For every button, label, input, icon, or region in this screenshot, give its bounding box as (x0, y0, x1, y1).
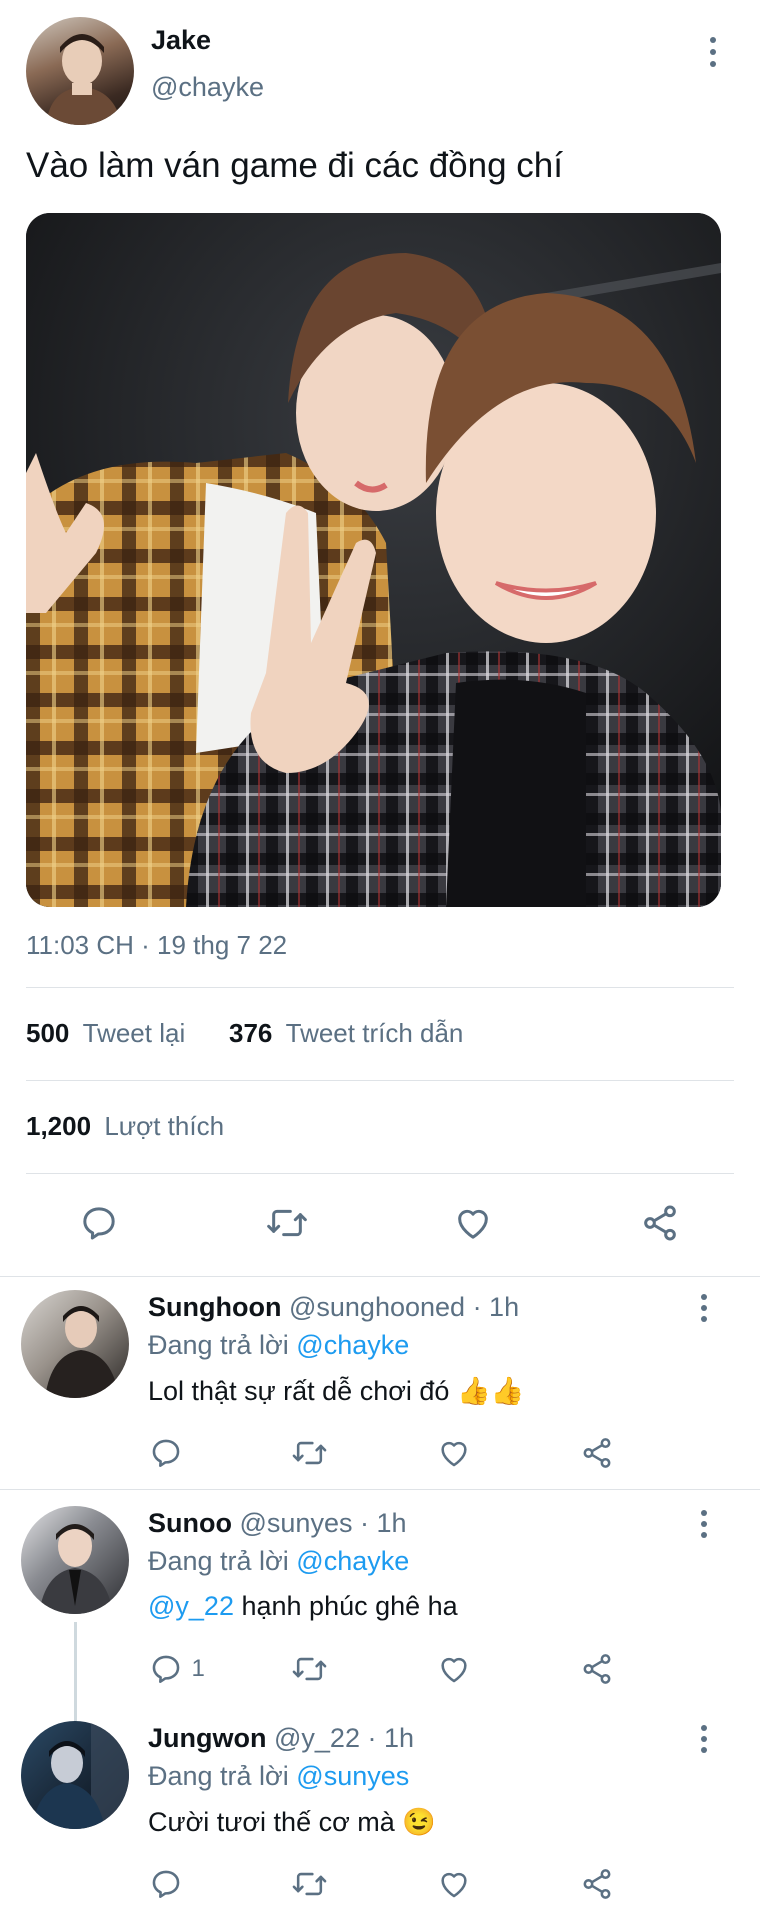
divider (0, 1489, 760, 1490)
retweet-icon[interactable] (291, 1652, 328, 1686)
more-vertical-icon[interactable] (698, 1294, 710, 1324)
reply-author-handle[interactable]: @y_22 (274, 1723, 360, 1753)
reply-time: · 1h (359, 1508, 407, 1538)
reply-header: Sunghoon @sunghooned · 1h (148, 1292, 519, 1323)
heart-icon[interactable] (437, 1652, 471, 1686)
share-icon[interactable] (580, 1652, 614, 1686)
author-handle[interactable]: @chayke (151, 72, 264, 103)
mention-link[interactable]: @y_22 (148, 1591, 234, 1621)
replying-to: Đang trả lời @sunyes (148, 1761, 409, 1792)
reply-avatar[interactable] (21, 1506, 129, 1614)
replying-label: Đang trả lời (148, 1330, 289, 1360)
heart-icon[interactable] (437, 1436, 471, 1470)
divider (26, 1173, 734, 1174)
quotes-stat[interactable]: 376 Tweet trích dẫn (229, 1018, 463, 1049)
more-vertical-icon[interactable] (698, 1725, 710, 1755)
tweet-photo[interactable] (26, 213, 721, 907)
reply-time: · 1h (367, 1723, 415, 1753)
reply-text: @y_22 hạnh phúc ghê ha (148, 1591, 458, 1622)
reply-time: · 1h (472, 1292, 520, 1322)
reply-author-name[interactable]: Sunghoon (148, 1292, 281, 1322)
reply-header: Sunoo @sunyes · 1h (148, 1508, 407, 1539)
retweet-icon[interactable] (265, 1203, 309, 1243)
quotes-label: Tweet trích dẫn (285, 1018, 464, 1048)
reply-icon[interactable] (149, 1436, 183, 1470)
reply-avatar[interactable] (21, 1721, 129, 1829)
reply-text-body: hạnh phúc ghê ha (241, 1591, 458, 1621)
reply-text: Cười tươi thế cơ mà 😉 (148, 1807, 436, 1837)
retweet-icon[interactable] (291, 1436, 328, 1470)
reply-text: Lol thật sự rất dễ chơi đó 👍👍 (148, 1376, 525, 1406)
divider (0, 1276, 760, 1277)
reply-icon[interactable] (149, 1652, 183, 1686)
divider (26, 987, 734, 988)
replying-to-link[interactable]: @sunyes (296, 1761, 409, 1791)
author-avatar[interactable] (26, 17, 134, 125)
retweets-label: Tweet lại (82, 1018, 186, 1048)
divider (26, 1080, 734, 1081)
share-icon[interactable] (640, 1203, 680, 1243)
heart-icon[interactable] (437, 1867, 471, 1901)
replying-to-link[interactable]: @chayke (296, 1330, 409, 1360)
author-name[interactable]: Jake (151, 25, 211, 56)
replying-to: Đang trả lời @chayke (148, 1546, 409, 1577)
reply-header: Jungwon @y_22 · 1h (148, 1723, 414, 1754)
thread-line (74, 1622, 77, 1722)
tweet-text: Vào làm ván game đi các đồng chí (26, 146, 563, 185)
reply-author-handle[interactable]: @sunghooned (289, 1292, 465, 1322)
likes-stat[interactable]: 1,200 Lượt thích (26, 1111, 224, 1142)
replying-label: Đang trả lời (148, 1761, 289, 1791)
retweets-stat[interactable]: 500 Tweet lại (26, 1018, 185, 1049)
share-icon[interactable] (580, 1436, 614, 1470)
reply-author-name[interactable]: Jungwon (148, 1723, 266, 1753)
reply-action[interactable]: 1 (149, 1652, 205, 1686)
replying-to-link[interactable]: @chayke (296, 1546, 409, 1576)
retweet-icon[interactable] (291, 1867, 328, 1901)
reply-icon[interactable] (79, 1203, 119, 1243)
reply-count: 1 (191, 1655, 205, 1682)
reply-avatar[interactable] (21, 1290, 129, 1398)
heart-icon[interactable] (453, 1203, 493, 1243)
more-vertical-icon[interactable] (707, 37, 719, 67)
share-icon[interactable] (580, 1867, 614, 1901)
quotes-count: 376 (229, 1018, 273, 1048)
retweets-count: 500 (26, 1018, 70, 1048)
likes-label: Lượt thích (104, 1111, 225, 1141)
replying-label: Đang trả lời (148, 1546, 289, 1576)
reply-author-handle[interactable]: @sunyes (240, 1508, 353, 1538)
replying-to: Đang trả lời @chayke (148, 1330, 409, 1361)
reply-author-name[interactable]: Sunoo (148, 1508, 232, 1538)
reply-icon[interactable] (149, 1867, 183, 1901)
likes-count: 1,200 (26, 1111, 92, 1141)
tweet-timestamp[interactable]: 11:03 CH · 19 thg 7 22 (26, 930, 287, 961)
more-vertical-icon[interactable] (698, 1510, 710, 1540)
